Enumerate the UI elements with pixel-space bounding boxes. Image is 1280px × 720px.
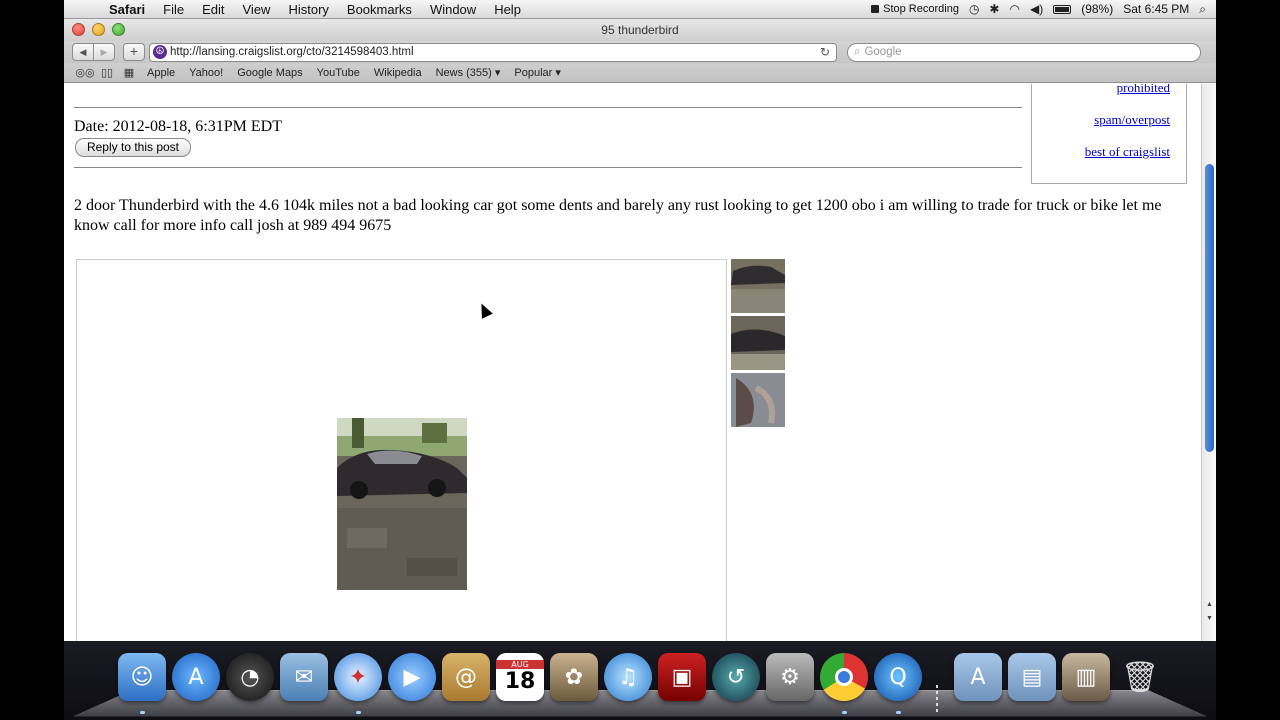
- time-machine-icon[interactable]: ◷: [969, 2, 979, 16]
- bookmark-youtube[interactable]: YouTube: [310, 67, 367, 79]
- calendar-day: 18: [504, 669, 536, 694]
- iphoto-icon[interactable]: ✿: [550, 653, 598, 701]
- link-prohibited[interactable]: prohibited: [1117, 84, 1170, 96]
- mail-icon[interactable]: ✉: [280, 653, 328, 701]
- popular-label: Popular: [514, 67, 553, 79]
- reload-icon[interactable]: ↻: [820, 45, 836, 59]
- spotlight-search-icon[interactable]: ⌕: [1199, 2, 1206, 17]
- divider: [74, 167, 1022, 168]
- news-label: News (355): [435, 67, 492, 79]
- menu-edit[interactable]: Edit: [193, 2, 233, 17]
- finder-icon[interactable]: ☺: [118, 653, 166, 701]
- safari-icon[interactable]: ✦: [334, 653, 382, 701]
- bookmark-google-maps[interactable]: Google Maps: [230, 67, 309, 79]
- dock: ☺ A ◔ ✉ ✦ ▶ @ AUG 18 ✿ ♫ ▣ ↺ ⚙ Q A ▤ ▥ 🗑: [64, 641, 1216, 720]
- ical-icon[interactable]: AUG 18: [496, 653, 544, 701]
- scroll-up-arrow-icon[interactable]: ▲: [1204, 601, 1215, 611]
- image-viewer: [76, 259, 727, 641]
- dashboard-icon[interactable]: ◔: [226, 653, 274, 701]
- stop-recording-label: Stop Recording: [883, 3, 959, 15]
- page-content: Date: 2012-08-18, 6:31PM EDT Reply to th…: [64, 84, 1201, 641]
- thumbnail-2[interactable]: [731, 316, 785, 370]
- thumbnail-1[interactable]: [731, 259, 785, 313]
- forward-button[interactable]: ▶: [93, 43, 115, 61]
- running-indicator: [356, 711, 361, 714]
- top-sites-grid-icon[interactable]: ▦: [118, 66, 140, 79]
- time-machine-dock-icon[interactable]: ↺: [712, 653, 760, 701]
- system-preferences-icon[interactable]: ⚙: [766, 653, 814, 701]
- menu-bar: Safari File Edit View History Bookmarks …: [64, 0, 1216, 19]
- bluetooth-icon[interactable]: ✱: [989, 2, 999, 16]
- search-field[interactable]: ⌕ Google: [847, 42, 1201, 62]
- bookmark-apple[interactable]: Apple: [140, 67, 182, 79]
- running-indicator: [140, 711, 145, 714]
- bookmark-popular-folder[interactable]: Popular ▾: [507, 66, 568, 79]
- divider: [74, 107, 1022, 108]
- post-date: Date: 2012-08-18, 6:31PM EDT: [74, 118, 282, 135]
- bookmark-news-folder[interactable]: News (355) ▾: [429, 66, 508, 79]
- scrollbar-thumb[interactable]: [1205, 164, 1214, 452]
- bookmark-yahoo[interactable]: Yahoo!: [182, 67, 230, 79]
- site-icon: ☮: [153, 45, 167, 59]
- back-button[interactable]: ◀: [72, 43, 94, 61]
- documents-folder-icon[interactable]: ▤: [1008, 653, 1056, 701]
- reply-to-post-button[interactable]: Reply to this post: [75, 138, 191, 157]
- menu-bookmarks[interactable]: Bookmarks: [338, 2, 421, 17]
- app-store-icon[interactable]: A: [172, 653, 220, 701]
- scroll-down-arrow-icon[interactable]: ▼: [1204, 615, 1215, 625]
- search-icon: ⌕: [854, 45, 861, 58]
- chevron-down-icon: ▾: [494, 67, 501, 79]
- running-indicator: [842, 711, 847, 714]
- wifi-icon[interactable]: ◠: [1009, 2, 1019, 16]
- reading-list-icon[interactable]: ◎◎: [74, 66, 96, 79]
- bookmarks-book-icon[interactable]: ▯▯: [96, 66, 118, 79]
- search-placeholder: Google: [864, 46, 902, 58]
- window-title: 95 thunderbird: [601, 23, 679, 37]
- bookmark-wikipedia[interactable]: Wikipedia: [367, 67, 429, 79]
- zoom-window-button[interactable]: [112, 23, 125, 36]
- sidebar-links-box: prohibited spam/overpost best of craigsl…: [1031, 84, 1187, 184]
- menu-window[interactable]: Window: [421, 2, 485, 17]
- trash-icon[interactable]: 🗑: [1116, 653, 1164, 701]
- bookmarks-bar: ◎◎ ▯▯ ▦ Apple Yahoo! Google Maps YouTube…: [64, 63, 1216, 83]
- chrome-icon[interactable]: [820, 653, 868, 701]
- downloads-stack-icon[interactable]: ▥: [1062, 653, 1110, 701]
- vertical-scrollbar[interactable]: ▲ ▼: [1201, 84, 1216, 641]
- quicktime-icon[interactable]: Q: [874, 653, 922, 701]
- address-bar[interactable]: ☮ http://lansing.craigslist.org/cto/3214…: [149, 42, 837, 62]
- stop-icon: [871, 5, 880, 13]
- url-text[interactable]: http://lansing.craigslist.org/cto/321459…: [170, 46, 820, 58]
- photo-booth-icon[interactable]: ▣: [658, 653, 706, 701]
- running-indicator: [896, 711, 901, 714]
- post-body: 2 door Thunderbird with the 4.6 104k mil…: [74, 197, 1162, 234]
- menu-safari[interactable]: Safari: [100, 2, 154, 17]
- toolbar: ◀ ▶ + ☮ http://lansing.craigslist.org/ct…: [64, 41, 1216, 63]
- facetime-icon[interactable]: ▶: [388, 653, 436, 701]
- add-bookmark-button[interactable]: +: [123, 43, 145, 61]
- battery-percent: (98%): [1081, 2, 1114, 16]
- menu-help[interactable]: Help: [485, 2, 530, 17]
- itunes-icon[interactable]: ♫: [604, 653, 652, 701]
- applications-folder-icon[interactable]: A: [954, 653, 1002, 701]
- address-book-icon[interactable]: @: [442, 653, 490, 701]
- chevron-down-icon: ▾: [555, 67, 561, 79]
- volume-icon[interactable]: ◀): [1030, 2, 1043, 16]
- dock-separator: [936, 685, 938, 715]
- stop-recording-item[interactable]: Stop Recording: [871, 3, 959, 15]
- thumbnail-3[interactable]: [731, 373, 785, 427]
- menu-view[interactable]: View: [234, 2, 280, 17]
- link-best-of-craigslist[interactable]: best of craigslist: [1085, 144, 1170, 160]
- title-bar: 95 thunderbird: [64, 19, 1216, 41]
- safari-window: 95 thunderbird ◀ ▶ + ☮ http://lansing.cr…: [64, 19, 1216, 641]
- battery-icon[interactable]: [1053, 4, 1072, 14]
- main-car-photo[interactable]: [337, 418, 467, 590]
- minimize-window-button[interactable]: [92, 23, 105, 36]
- menu-file[interactable]: File: [154, 2, 193, 17]
- link-spam-overpost[interactable]: spam/overpost: [1094, 112, 1170, 128]
- calendar-month: AUG: [496, 660, 544, 669]
- close-window-button[interactable]: [72, 23, 85, 36]
- menu-clock[interactable]: Sat 6:45 PM: [1123, 2, 1189, 16]
- menu-history[interactable]: History: [279, 2, 337, 17]
